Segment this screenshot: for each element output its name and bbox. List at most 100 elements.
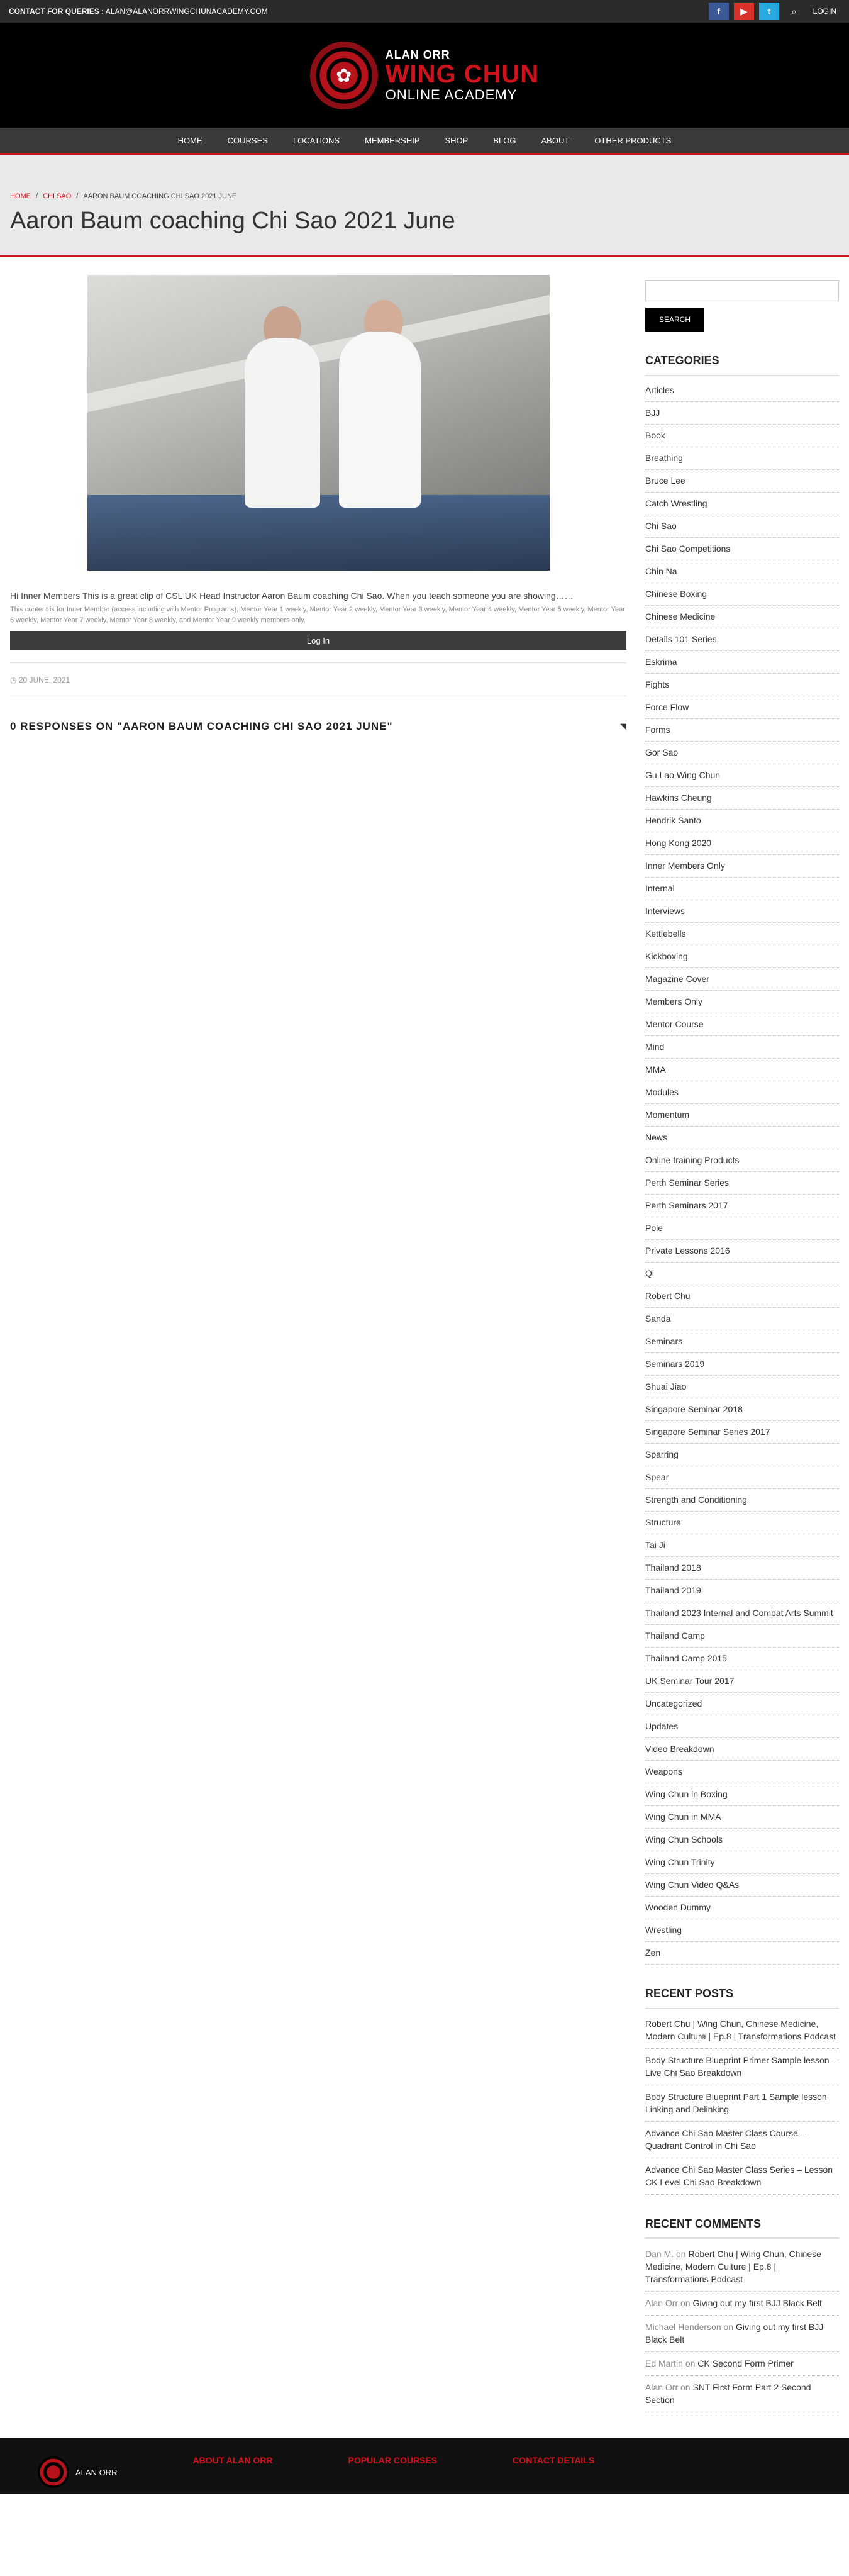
- category-item[interactable]: Details 101 Series: [645, 628, 839, 651]
- category-item[interactable]: Catch Wrestling: [645, 493, 839, 515]
- category-item[interactable]: Updates: [645, 1715, 839, 1738]
- category-item[interactable]: Tai Ji: [645, 1534, 839, 1557]
- category-item[interactable]: Singapore Seminar Series 2017: [645, 1421, 839, 1444]
- nav-blog[interactable]: BLOG: [493, 136, 516, 145]
- category-item[interactable]: Gor Sao: [645, 742, 839, 764]
- nav-locations[interactable]: LOCATIONS: [293, 136, 340, 145]
- category-item[interactable]: Mind: [645, 1036, 839, 1059]
- recent-post-item[interactable]: Robert Chu | Wing Chun, Chinese Medicine…: [645, 2012, 839, 2049]
- nav-membership[interactable]: MEMBERSHIP: [365, 136, 419, 145]
- twitter-icon[interactable]: t: [758, 3, 779, 20]
- nav-courses[interactable]: COURSES: [228, 136, 268, 145]
- category-item[interactable]: Qi: [645, 1263, 839, 1285]
- category-item[interactable]: Hong Kong 2020: [645, 832, 839, 855]
- category-item[interactable]: Wing Chun in Boxing: [645, 1783, 839, 1806]
- breadcrumb-home[interactable]: HOME: [10, 192, 31, 200]
- category-item[interactable]: Chinese Boxing: [645, 583, 839, 606]
- category-item[interactable]: Interviews: [645, 900, 839, 923]
- category-item[interactable]: Magazine Cover: [645, 968, 839, 991]
- category-item[interactable]: Thailand 2018: [645, 1557, 839, 1580]
- category-item[interactable]: Sanda: [645, 1308, 839, 1330]
- nav-about[interactable]: ABOUT: [541, 136, 569, 145]
- category-item[interactable]: Book: [645, 425, 839, 447]
- recent-post-item[interactable]: Advance Chi Sao Master Class Series – Le…: [645, 2158, 839, 2195]
- category-item[interactable]: Thailand 2023 Internal and Combat Arts S…: [645, 1602, 839, 1625]
- category-item[interactable]: Breathing: [645, 447, 839, 470]
- category-item[interactable]: Thailand Camp 2015: [645, 1648, 839, 1670]
- category-item[interactable]: MMA: [645, 1059, 839, 1081]
- category-item[interactable]: Internal: [645, 878, 839, 900]
- category-item[interactable]: Modules: [645, 1081, 839, 1104]
- category-item[interactable]: Shuai Jiao: [645, 1376, 839, 1398]
- category-item[interactable]: Forms: [645, 719, 839, 742]
- category-item[interactable]: Wing Chun in MMA: [645, 1806, 839, 1829]
- category-item[interactable]: Gu Lao Wing Chun: [645, 764, 839, 787]
- search-button[interactable]: SEARCH: [645, 308, 704, 332]
- nav-other-products[interactable]: OTHER PRODUCTS: [594, 136, 671, 145]
- category-item[interactable]: Chi Sao Competitions: [645, 538, 839, 560]
- category-item[interactable]: Pole: [645, 1217, 839, 1240]
- category-item[interactable]: Private Lessons 2016: [645, 1240, 839, 1263]
- category-item[interactable]: Perth Seminar Series: [645, 1172, 839, 1195]
- category-item[interactable]: Wing Chun Video Q&As: [645, 1874, 839, 1897]
- category-item[interactable]: Fights: [645, 674, 839, 696]
- recent-post-item[interactable]: Body Structure Blueprint Part 1 Sample l…: [645, 2085, 839, 2122]
- category-item[interactable]: Kettlebells: [645, 923, 839, 945]
- login-link[interactable]: LOGIN: [809, 7, 840, 16]
- search-input[interactable]: [645, 280, 839, 301]
- category-item[interactable]: Spear: [645, 1466, 839, 1489]
- category-item[interactable]: Singapore Seminar 2018: [645, 1398, 839, 1421]
- category-item[interactable]: Wing Chun Trinity: [645, 1851, 839, 1874]
- breadcrumb-chi-sao[interactable]: CHI SAO: [43, 192, 71, 200]
- category-item[interactable]: Chinese Medicine: [645, 606, 839, 628]
- site-logo[interactable]: ✿ ALAN ORR WING CHUN ONLINE ACADEMY: [309, 42, 540, 109]
- category-item[interactable]: Thailand 2019: [645, 1580, 839, 1602]
- category-item[interactable]: Mentor Course: [645, 1013, 839, 1036]
- category-item[interactable]: UK Seminar Tour 2017: [645, 1670, 839, 1693]
- search-icon[interactable]: ⌕: [784, 6, 804, 17]
- category-item[interactable]: Articles: [645, 379, 839, 402]
- category-item[interactable]: Online training Products: [645, 1149, 839, 1172]
- category-item[interactable]: Bruce Lee: [645, 470, 839, 493]
- category-item[interactable]: Chi Sao: [645, 515, 839, 538]
- category-item[interactable]: Inner Members Only: [645, 855, 839, 878]
- category-item[interactable]: Robert Chu: [645, 1285, 839, 1308]
- category-item[interactable]: Video Breakdown: [645, 1738, 839, 1761]
- footer-logo[interactable]: ALAN ORR: [38, 2450, 117, 2494]
- contact-email-link[interactable]: ALAN@ALANORRWINGCHUNACADEMY.COM: [106, 7, 268, 16]
- comment-post-link[interactable]: Giving out my first BJJ Black Belt: [692, 2298, 821, 2308]
- category-item[interactable]: Hendrik Santo: [645, 810, 839, 832]
- category-item[interactable]: Hawkins Cheung: [645, 787, 839, 810]
- category-item[interactable]: Force Flow: [645, 696, 839, 719]
- rss-icon[interactable]: ◥: [620, 722, 626, 732]
- category-item[interactable]: Weapons: [645, 1761, 839, 1783]
- recent-post-item[interactable]: Body Structure Blueprint Primer Sample l…: [645, 2049, 839, 2085]
- facebook-icon[interactable]: f: [708, 3, 729, 20]
- category-item[interactable]: Momentum: [645, 1104, 839, 1127]
- login-button[interactable]: Log In: [10, 631, 626, 650]
- category-item[interactable]: News: [645, 1127, 839, 1149]
- category-item[interactable]: Thailand Camp: [645, 1625, 839, 1648]
- featured-image[interactable]: [87, 275, 550, 571]
- category-item[interactable]: Kickboxing: [645, 945, 839, 968]
- category-item[interactable]: BJJ: [645, 402, 839, 425]
- category-item[interactable]: Uncategorized: [645, 1693, 839, 1715]
- category-item[interactable]: Seminars 2019: [645, 1353, 839, 1376]
- category-item[interactable]: Strength and Conditioning: [645, 1489, 839, 1512]
- category-item[interactable]: Sparring: [645, 1444, 839, 1466]
- category-item[interactable]: Seminars: [645, 1330, 839, 1353]
- category-item[interactable]: Structure: [645, 1512, 839, 1534]
- category-item[interactable]: Perth Seminars 2017: [645, 1195, 839, 1217]
- category-item[interactable]: Zen: [645, 1942, 839, 1965]
- nav-shop[interactable]: SHOP: [445, 136, 469, 145]
- category-item[interactable]: Chin Na: [645, 560, 839, 583]
- category-item[interactable]: Wing Chun Schools: [645, 1829, 839, 1851]
- category-item[interactable]: Eskrima: [645, 651, 839, 674]
- category-item[interactable]: Members Only: [645, 991, 839, 1013]
- category-item[interactable]: Wooden Dummy: [645, 1897, 839, 1919]
- recent-post-item[interactable]: Advance Chi Sao Master Class Course – Qu…: [645, 2122, 839, 2158]
- category-item[interactable]: Wrestling: [645, 1919, 839, 1942]
- comment-post-link[interactable]: CK Second Form Primer: [697, 2358, 793, 2368]
- youtube-icon[interactable]: ▶: [733, 3, 754, 20]
- nav-home[interactable]: HOME: [178, 136, 203, 145]
